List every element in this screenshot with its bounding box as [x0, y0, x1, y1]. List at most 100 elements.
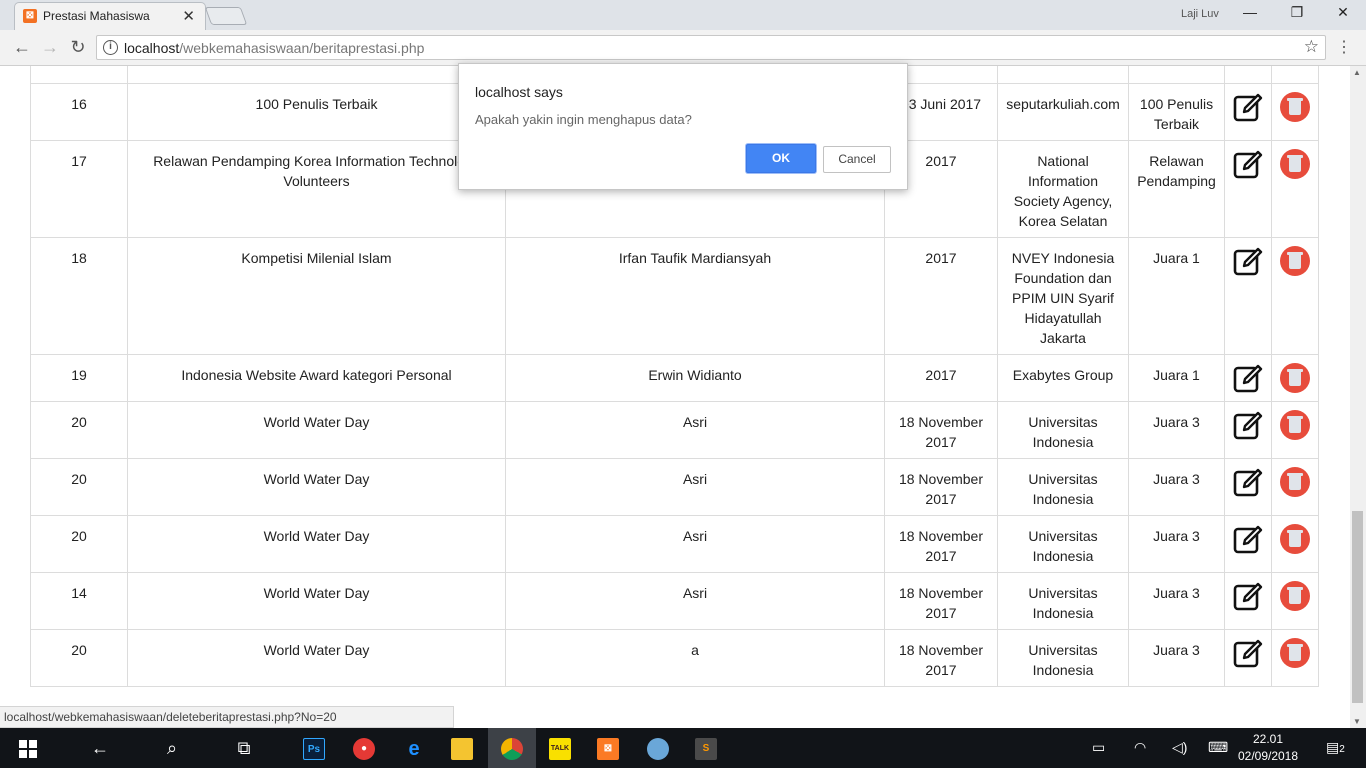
row-edit-cell	[1224, 629, 1272, 687]
row-student-name: Asri	[505, 515, 885, 573]
edit-icon[interactable]	[1232, 363, 1264, 395]
window-close-icon[interactable]: ✕	[1328, 4, 1358, 21]
trash-icon[interactable]	[1280, 524, 1310, 554]
trash-icon[interactable]	[1280, 149, 1310, 179]
chrome-icon[interactable]	[488, 728, 536, 768]
action-center-icon[interactable]: ▤2	[1326, 739, 1345, 756]
xampp-favicon-icon: ⊠	[23, 9, 37, 23]
back-icon[interactable]: ←	[76, 728, 124, 768]
scroll-down-icon[interactable]: ▼	[1353, 717, 1361, 726]
vertical-scrollbar[interactable]: ▲ ▼	[1350, 66, 1366, 728]
battery-icon[interactable]: ▭	[1092, 739, 1105, 756]
trash-icon[interactable]	[1280, 92, 1310, 122]
edge-icon[interactable]: e	[390, 728, 438, 768]
back-arrow-icon[interactable]: ←	[10, 37, 34, 58]
tab-prestasi-mahasiswa[interactable]: ⊠ Prestasi Mahasiswa ✕	[14, 2, 206, 30]
windows-taskbar: ← ⌕ ⧉ Ps ● e TALK ⊠ S ▭ ◠ ◁) ⌨ 22.01 02/…	[0, 728, 1366, 768]
reload-icon[interactable]: ↻	[66, 37, 90, 58]
row-number: 16	[30, 83, 128, 141]
paint-icon[interactable]	[634, 728, 682, 768]
bookmark-star-icon[interactable]: ☆	[1304, 37, 1319, 57]
volume-icon[interactable]: ◁)	[1172, 739, 1187, 756]
file-explorer-icon[interactable]	[438, 728, 486, 768]
row-organizer: Universitas Indonesia	[997, 572, 1129, 630]
trash-icon[interactable]	[1280, 467, 1310, 497]
row-delete-cell	[1271, 572, 1319, 630]
url-host: localhost	[124, 40, 180, 56]
edit-icon[interactable]	[1232, 410, 1264, 442]
windows-start-icon[interactable]	[4, 728, 52, 768]
row-student-name: Erwin Widianto	[505, 354, 885, 402]
tab-strip: ⊠ Prestasi Mahasiswa ✕ Laji Luv — ❐ ✕	[0, 0, 1366, 30]
row-date: 2017	[884, 354, 998, 402]
search-icon[interactable]: ⌕	[148, 728, 196, 768]
row-number: 20	[30, 515, 128, 573]
row-rank: Juara 3	[1128, 401, 1225, 459]
trash-icon[interactable]	[1280, 246, 1310, 276]
url-path: /webkemahasiswaan/beritaprestasi.php	[179, 40, 425, 56]
address-bar[interactable]: i localhost/webkemahasiswaan/beritaprest…	[96, 35, 1326, 60]
row-delete-cell	[1271, 458, 1319, 516]
edit-icon[interactable]	[1232, 524, 1264, 556]
row-organizer: Barat	[997, 66, 1129, 84]
profile-name[interactable]: Laji Luv	[1181, 8, 1219, 20]
row-edit-cell	[1224, 237, 1272, 355]
edit-icon[interactable]	[1232, 149, 1264, 181]
row-delete-cell	[1271, 83, 1319, 141]
row-number: 20	[30, 629, 128, 687]
row-date: 18 November 2017	[884, 458, 998, 516]
row-organizer: Universitas Indonesia	[997, 458, 1129, 516]
edit-icon[interactable]	[1232, 467, 1264, 499]
trash-icon[interactable]	[1280, 410, 1310, 440]
edit-icon[interactable]	[1232, 638, 1264, 670]
restore-icon[interactable]: ❐	[1282, 4, 1312, 21]
row-student-name: Asri	[505, 458, 885, 516]
screen-recorder-icon[interactable]: ●	[340, 728, 388, 768]
row-edit-cell	[1224, 83, 1272, 141]
table-row: 20 World Water Day a 18 November 2017 Univer…	[30, 629, 1319, 687]
row-rank: Juara 3	[1128, 629, 1225, 687]
photoshop-icon[interactable]: Ps	[290, 728, 338, 768]
keyboard-icon[interactable]: ⌨	[1208, 739, 1228, 756]
trash-icon[interactable]	[1280, 363, 1310, 393]
task-view-icon[interactable]: ⧉	[220, 728, 268, 768]
edit-icon[interactable]	[1232, 92, 1264, 124]
edit-icon[interactable]	[1232, 246, 1264, 278]
row-event: Kompetisi Milenial Islam	[127, 237, 506, 355]
trash-icon[interactable]	[1280, 638, 1310, 668]
kakaotalk-icon[interactable]: TALK	[536, 728, 584, 768]
row-delete-cell	[1271, 629, 1319, 687]
site-info-icon[interactable]: i	[103, 40, 118, 55]
system-clock[interactable]: 22.01 02/09/2018	[1236, 731, 1300, 765]
minimize-icon[interactable]: —	[1235, 4, 1265, 20]
cancel-button[interactable]: Cancel	[823, 146, 891, 173]
new-tab-button[interactable]	[204, 7, 248, 25]
forward-arrow-icon[interactable]: →	[38, 37, 62, 58]
row-number: 19	[30, 354, 128, 402]
table-row: 14 World Water Day Asri 18 November 2017 Uni…	[30, 572, 1319, 630]
xampp-icon[interactable]: ⊠	[584, 728, 632, 768]
chrome-menu-icon[interactable]: ⋮	[1336, 37, 1352, 57]
scroll-up-icon[interactable]: ▲	[1353, 68, 1361, 77]
table-row: 20 World Water Day Asri 18 November 2017 Uni…	[30, 515, 1319, 573]
row-edit-cell	[1224, 572, 1272, 630]
row-event: World Water Day	[127, 458, 506, 516]
row-rank: Juara 3	[1128, 515, 1225, 573]
ok-button[interactable]: OK	[746, 144, 816, 173]
row-rank: Juara 3	[1128, 458, 1225, 516]
wifi-icon[interactable]: ◠	[1134, 739, 1146, 756]
row-student-name: Irfan Taufik Mardiansyah	[505, 237, 885, 355]
tab-close-icon[interactable]: ✕	[182, 7, 195, 25]
scrollbar-thumb[interactable]	[1352, 511, 1363, 703]
row-organizer: Universitas Indonesia	[997, 401, 1129, 459]
row-delete-cell	[1271, 515, 1319, 573]
row-event: Relawan Pendamping Korea Information Tec…	[127, 140, 506, 238]
clock-date: 02/09/2018	[1237, 749, 1299, 763]
row-event: World Water Day	[127, 515, 506, 573]
trash-icon[interactable]	[1280, 581, 1310, 611]
edit-icon[interactable]	[1232, 581, 1264, 613]
sublime-text-icon[interactable]: S	[682, 728, 730, 768]
tab-title: Prestasi Mahasiswa	[43, 9, 150, 23]
row-rank: Juara 3	[1128, 572, 1225, 630]
edit-icon[interactable]	[1232, 66, 1264, 67]
